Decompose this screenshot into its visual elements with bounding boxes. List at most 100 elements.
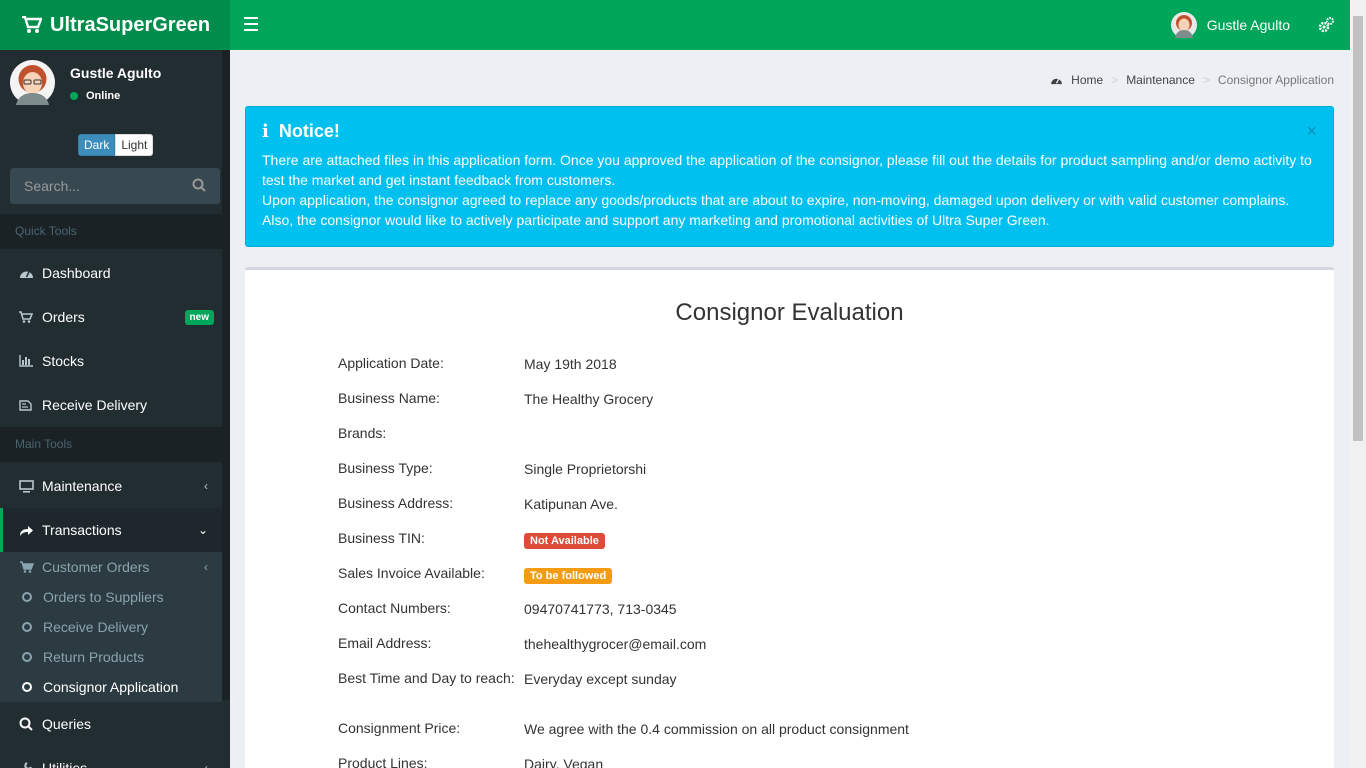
sidebar-item-transactions[interactable]: Transactions ⌄	[0, 508, 222, 552]
field-value: 09470741773, 713-0345	[524, 601, 677, 617]
field-value: The Healthy Grocery	[524, 391, 654, 407]
cart-icon	[18, 311, 34, 323]
main-content: Home > Maintenance > Consignor Applicati…	[230, 50, 1350, 768]
field-value	[524, 426, 1238, 441]
field-row-application-date: Application Date: May 19th 2018	[338, 355, 1238, 373]
sidebar: Gustle Agulto Online Dark Light Search..…	[0, 50, 230, 768]
sidebar-item-label: Utilities	[42, 760, 88, 768]
sub-item-label: Receive Delivery	[43, 619, 149, 635]
field-label: Application Date:	[338, 355, 444, 371]
field-value: thehealthygrocer@email.com	[524, 636, 707, 652]
field-row-consignment-price: Consignment Price: We agree with the 0.4…	[338, 720, 1238, 738]
sidebar-item-label: Transactions	[42, 522, 122, 538]
dashboard-icon	[18, 267, 34, 279]
share-icon	[18, 524, 34, 537]
field-row-product-lines: Product Lines: Dairy, Vegan	[338, 756, 1238, 768]
user-status-label: Online	[86, 90, 121, 102]
breadcrumb-separator: >	[1111, 73, 1119, 87]
field-row-contact-numbers: Contact Numbers: 09470741773, 713-0345	[338, 600, 1238, 618]
sidebar-scrollbar[interactable]	[222, 50, 230, 700]
user-menu[interactable]: Gustle Agulto	[1170, 12, 1290, 38]
sidebar-item-stocks[interactable]: Stocks	[0, 339, 222, 383]
cart-icon	[22, 16, 42, 34]
evaluation-box: Consignor Evaluation Application Date: M…	[245, 267, 1334, 768]
scrollbar-thumb[interactable]	[1353, 16, 1363, 441]
field-label: Email Address:	[338, 635, 432, 651]
sub-item-label: Customer Orders	[42, 559, 150, 575]
sub-item-receive-delivery[interactable]: Receive Delivery	[0, 612, 222, 642]
close-icon[interactable]: ×	[1306, 121, 1317, 142]
breadcrumb-maintenance[interactable]: Maintenance	[1126, 73, 1195, 87]
field-row-sales-invoice: Sales Invoice Available: To be followed	[338, 566, 1238, 584]
sidebar-item-queries[interactable]: Queries	[0, 702, 222, 746]
field-value: Single Proprietorshi	[524, 461, 647, 477]
sidebar-item-dashboard[interactable]: Dashboard	[0, 251, 222, 295]
field-value: Dairy, Vegan	[524, 756, 604, 768]
sub-item-return-products[interactable]: Return Products	[0, 642, 222, 672]
truck-icon	[18, 399, 34, 412]
sidebar-user-name: Gustle Agulto	[70, 65, 162, 81]
sub-item-customer-orders[interactable]: Customer Orders ‹	[0, 552, 222, 582]
online-dot-icon	[70, 92, 78, 100]
field-value: We agree with the 0.4 commission on all …	[524, 721, 909, 737]
field-label: Business Address:	[338, 495, 454, 511]
breadcrumb-separator: >	[1202, 73, 1210, 87]
header-user-name: Gustle Agulto	[1206, 17, 1290, 33]
breadcrumb: Home > Maintenance > Consignor Applicati…	[1050, 73, 1334, 87]
notice-callout: × i Notice! There are attached files in …	[245, 106, 1334, 247]
bar-chart-icon	[18, 355, 34, 367]
field-label: Product Lines:	[338, 755, 428, 768]
sidebar-item-orders[interactable]: Orders new	[0, 295, 222, 339]
search-icon	[18, 717, 34, 731]
status-badge: Not Available	[524, 533, 605, 549]
sidebar-item-label: Receive Delivery	[42, 397, 148, 413]
breadcrumb-home[interactable]: Home	[1071, 73, 1103, 87]
sidebar-item-label: Queries	[42, 716, 92, 732]
theme-light-button[interactable]: Light	[115, 134, 154, 156]
sub-item-orders-to-suppliers[interactable]: Orders to Suppliers	[0, 582, 222, 612]
field-label: Sales Invoice Available:	[338, 565, 485, 581]
search-icon[interactable]	[192, 178, 206, 195]
field-value: Everyday except sunday	[524, 671, 677, 687]
page-scrollbar[interactable]	[1350, 0, 1366, 768]
field-label: Contact Numbers:	[338, 600, 451, 616]
app-logo[interactable]: UltraSuperGreen	[0, 0, 230, 50]
user-status: Online	[70, 90, 120, 102]
field-row-business-type: Business Type: Single Proprietorshi	[338, 460, 1238, 478]
status-badge: To be followed	[524, 568, 613, 584]
sub-item-label: Orders to Suppliers	[43, 589, 164, 605]
circle-icon	[22, 622, 32, 632]
theme-dark-button[interactable]: Dark	[78, 134, 116, 156]
chevron-left-icon: ‹	[204, 560, 208, 574]
field-label: Consignment Price:	[338, 720, 461, 736]
field-row-business-name: Business Name: The Healthy Grocery	[338, 391, 1238, 408]
quick-tools-header: Quick Tools	[0, 214, 222, 249]
field-label: Business Type:	[338, 460, 433, 476]
field-row-business-tin: Business TIN: Not Available	[338, 531, 1238, 549]
desktop-icon	[18, 479, 34, 493]
sidebar-item-utilities[interactable]: Utilities ‹	[0, 746, 222, 768]
circle-icon	[22, 682, 32, 692]
sidebar-search[interactable]: Search...	[10, 168, 220, 204]
page-title: Consignor Evaluation	[675, 299, 904, 326]
user-panel: Gustle Agulto Online	[0, 50, 230, 120]
notice-text-2: Upon application, the consignor agreed t…	[262, 192, 1290, 228]
sub-item-consignor-application[interactable]: Consignor Application	[0, 672, 222, 702]
sidebar-item-label: Maintenance	[42, 478, 123, 494]
main-tools-header: Main Tools	[0, 427, 222, 462]
field-row-business-address: Business Address: Katipunan Ave.	[338, 495, 1238, 513]
notice-text-1: There are attached files in this applica…	[262, 152, 1312, 188]
search-input[interactable]: Search...	[24, 178, 192, 194]
notice-title: Notice!	[278, 121, 340, 141]
sidebar-item-receive-delivery[interactable]: Receive Delivery	[0, 383, 222, 427]
gears-icon[interactable]	[1318, 17, 1334, 36]
sidebar-toggle-icon[interactable]	[244, 17, 258, 31]
app-name: UltraSuperGreen	[50, 13, 211, 36]
sidebar-item-maintenance[interactable]: Maintenance ‹	[0, 464, 222, 508]
sub-item-label: Consignor Application	[43, 679, 179, 695]
field-label: Best Time and Day to reach:	[338, 670, 515, 686]
avatar	[1170, 12, 1197, 38]
field-row-email: Email Address: thehealthygrocer@email.co…	[338, 635, 1238, 653]
field-value: May 19th 2018	[524, 356, 617, 372]
notice-heading: i Notice!	[262, 121, 1317, 142]
